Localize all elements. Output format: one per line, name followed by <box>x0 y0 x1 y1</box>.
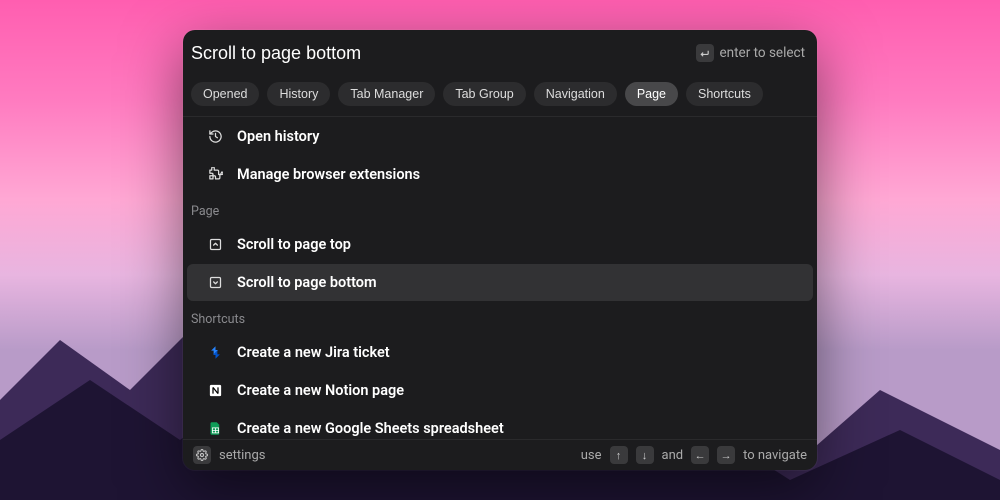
list-item[interactable]: Create a new Jira ticket <box>187 334 813 371</box>
list-item[interactable]: Manage browser extensions <box>187 156 813 193</box>
gear-icon[interactable] <box>193 446 211 464</box>
filter-chip-page[interactable]: Page <box>625 82 678 106</box>
enter-key-icon <box>696 44 714 62</box>
notion-icon <box>207 383 223 399</box>
list-item-label: Scroll to page bottom <box>237 274 377 291</box>
list-item-label: Create a new Google Sheets spreadsheet <box>237 420 504 437</box>
list-item[interactable]: Scroll to page bottom <box>187 264 813 301</box>
list-item-label: Scroll to page top <box>237 236 351 253</box>
list-item[interactable]: Create a new Google Sheets spreadsheet <box>187 410 813 439</box>
enter-hint-label: enter to select <box>720 45 806 61</box>
filter-chips: Opened History Tab Manager Tab Group Navigat… <box>183 76 817 117</box>
scroll-bottom-icon <box>207 275 223 291</box>
footer-and-label: and <box>662 448 684 463</box>
settings-link[interactable]: settings <box>219 448 265 463</box>
enter-hint: enter to select <box>696 44 806 62</box>
filter-chip-shortcuts[interactable]: Shortcuts <box>686 82 763 106</box>
filter-chip-navigation[interactable]: Navigation <box>534 82 617 106</box>
list-item[interactable]: Create a new Notion page <box>187 372 813 409</box>
search-input[interactable] <box>191 39 696 68</box>
list-item-label: Open history <box>237 128 319 145</box>
filter-chip-tab-manager[interactable]: Tab Manager <box>338 82 435 106</box>
arrow-down-key-icon: ↓ <box>636 446 654 464</box>
list-item-label: Create a new Jira ticket <box>237 344 390 361</box>
arrow-right-key-icon: → <box>717 446 735 464</box>
footer-navigate-label: to navigate <box>743 448 807 463</box>
filter-chip-tab-group[interactable]: Tab Group <box>443 82 525 106</box>
scroll-top-icon <box>207 237 223 253</box>
list-item-label: Create a new Notion page <box>237 382 404 399</box>
search-row: enter to select <box>183 30 817 76</box>
list-item[interactable]: Scroll to page top <box>187 226 813 263</box>
history-icon <box>207 129 223 145</box>
jira-icon <box>207 345 223 361</box>
section-header-page: Page <box>183 194 817 225</box>
footer-bar: settings use ↑ ↓ and ← → to navigate <box>183 439 817 470</box>
filter-chip-history[interactable]: History <box>267 82 330 106</box>
section-header-shortcuts: Shortcuts <box>183 302 817 333</box>
command-palette: enter to select Opened History Tab Manager… <box>183 30 817 470</box>
sheets-icon <box>207 421 223 437</box>
footer-use-label: use <box>581 448 602 463</box>
arrow-left-key-icon: ← <box>691 446 709 464</box>
arrow-up-key-icon: ↑ <box>610 446 628 464</box>
list-item-label: Manage browser extensions <box>237 166 420 183</box>
list-item[interactable]: Open history <box>187 118 813 155</box>
results-list[interactable]: Open history Manage browser extensions Pag… <box>183 117 817 439</box>
filter-chip-opened[interactable]: Opened <box>191 82 259 106</box>
extension-icon <box>207 167 223 183</box>
